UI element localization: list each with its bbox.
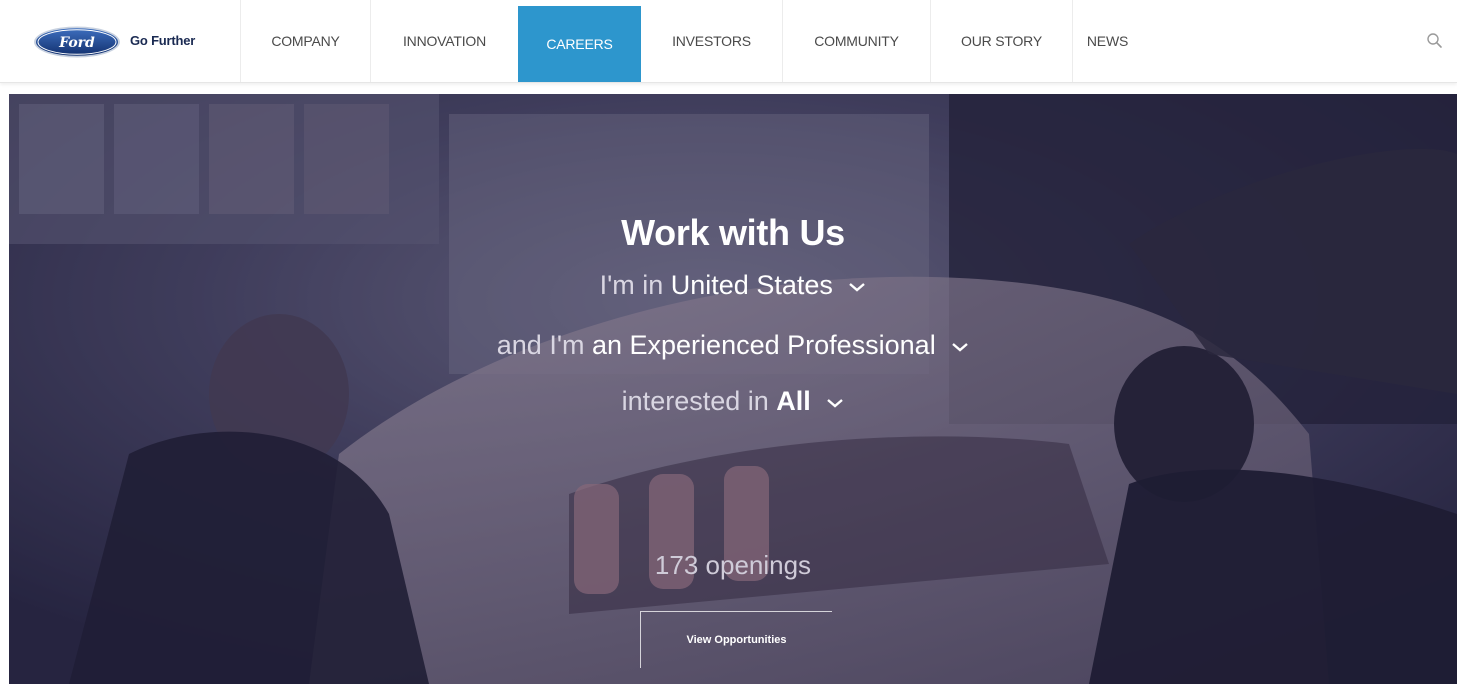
interest-value[interactable]: All [776, 386, 811, 416]
nav-item-company[interactable]: COMPANY [240, 0, 370, 82]
hero-banner: Work with Us I'm in United States and I'… [9, 94, 1457, 684]
hero-title: Work with Us [621, 212, 845, 253]
view-opportunities-button[interactable]: View Opportunities [640, 611, 832, 668]
hero-content: Work with Us I'm in United States and I'… [9, 94, 1457, 684]
location-value[interactable]: United States [671, 270, 833, 300]
chevron-down-icon[interactable] [951, 341, 969, 353]
location-prefix: I'm in [599, 270, 664, 300]
nav-item-innovation[interactable]: INNOVATION [370, 0, 518, 82]
nav-item-investors[interactable]: INVESTORS [641, 0, 782, 82]
nav-item-news[interactable]: NEWS [1072, 0, 1142, 82]
nav-item-community[interactable]: COMMUNITY [782, 0, 930, 82]
nav-item-our-story[interactable]: OUR STORY [930, 0, 1072, 82]
nav-item-careers[interactable]: CAREERS [518, 6, 641, 82]
location-selector[interactable]: I'm in United States [9, 270, 1457, 301]
chevron-down-icon[interactable] [848, 281, 866, 293]
ford-logo-text: Ford [58, 35, 95, 51]
experience-value[interactable]: an Experienced Professional [592, 330, 936, 360]
experience-prefix: and I'm [496, 330, 585, 360]
interest-selector[interactable]: interested in All [9, 386, 1457, 417]
experience-selector[interactable]: and I'm an Experienced Professional [9, 330, 1457, 361]
ford-logo[interactable]: Ford [33, 26, 121, 58]
page: Ford Go Further COMPANY INNOVATION CAREE… [0, 0, 1457, 684]
brand[interactable]: Ford Go Further [0, 0, 240, 82]
chevron-down-icon[interactable] [826, 397, 844, 409]
top-navigation: Ford Go Further COMPANY INNOVATION CAREE… [0, 0, 1457, 83]
brand-tagline: Go Further [130, 33, 196, 48]
interest-prefix: interested in [621, 386, 769, 416]
openings-count: 173 openings [654, 550, 812, 580]
search-icon[interactable] [1424, 30, 1446, 52]
